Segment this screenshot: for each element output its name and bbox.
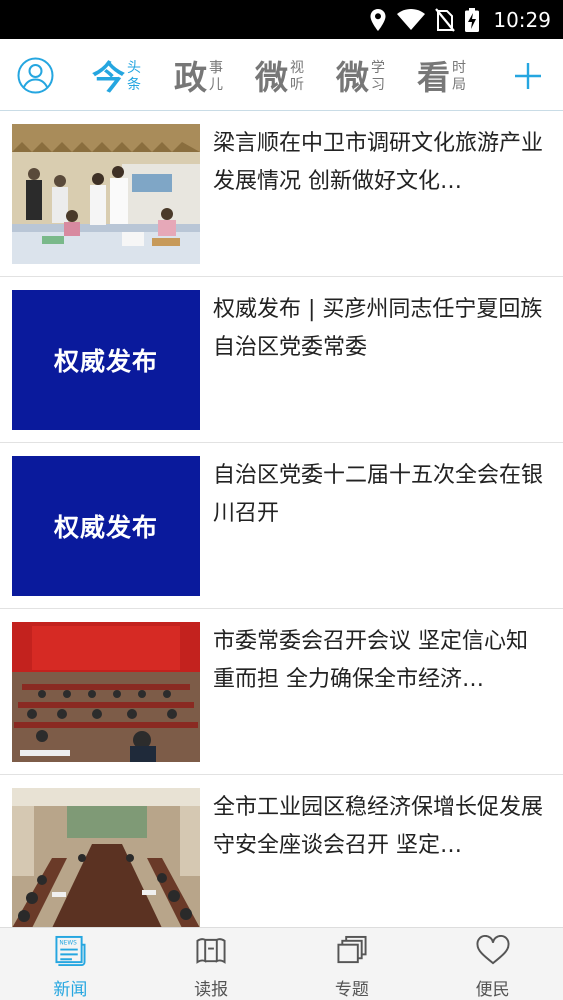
tab-small-chars: 视 听 <box>290 60 304 94</box>
status-bar: 10:29 <box>0 0 563 39</box>
tab-small-chars: 学 习 <box>371 60 385 94</box>
tab-big-char: 今 <box>92 57 125 97</box>
channel-bar: 今 头 条 政 事 儿 微 视 听 微 学 习 看 时 局 <box>0 39 563 111</box>
news-title: 全市工业园区稳经济保增长促发展守安全座谈会召开 坚定… <box>213 795 544 858</box>
location-icon <box>370 8 386 31</box>
news-item[interactable]: 梁言顺在中卫市调研文化旅游产业发展情况 创新做好文化… <box>0 111 563 277</box>
topics-icon <box>337 935 367 964</box>
tab-big-char: 微 <box>336 57 369 97</box>
tab-small-top: 时 <box>452 60 466 76</box>
news-item[interactable]: 权威发布 权威发布 | 买彦州同志任宁夏回族自治区党委常委 <box>0 277 563 443</box>
user-avatar-icon[interactable] <box>17 57 54 94</box>
tab-big-char: 看 <box>417 57 450 97</box>
news-thumbnail <box>12 622 200 762</box>
nav-label: 新闻 <box>53 980 88 1000</box>
reader-icon <box>196 938 226 964</box>
card-text: 权威发布 <box>53 347 158 376</box>
tab-small-chars: 头 条 <box>127 60 141 94</box>
svg-text:NEWS: NEWS <box>60 941 78 947</box>
nav-label: 专题 <box>334 980 369 1000</box>
news-item[interactable]: 全市工业园区稳经济保增长促发展守安全座谈会召开 坚定… <box>0 775 563 941</box>
tab-government-affairs[interactable]: 政 事 儿 <box>174 57 223 97</box>
battery-charging-icon <box>465 7 480 32</box>
tab-small-bottom: 局 <box>452 77 466 93</box>
news-thumbnail: 权威发布 <box>12 290 200 430</box>
news-item[interactable]: 权威发布 自治区党委十二届十五次全会在银川召开 <box>0 443 563 609</box>
tab-small-top: 头 <box>127 60 141 76</box>
card-text: 权威发布 <box>53 513 158 542</box>
news-item[interactable]: 市委常委会召开会议 坚定信心知重而担 全力确保全市经济… <box>0 609 563 775</box>
tab-small-top: 学 <box>371 60 385 76</box>
bottom-nav: NEWS 新闻 读报 专题 便民 <box>0 927 563 1000</box>
tab-current-affairs[interactable]: 看 时 局 <box>417 57 466 97</box>
nav-label: 便民 <box>475 980 510 1000</box>
news-title: 梁言顺在中卫市调研文化旅游产业发展情况 创新做好文化… <box>213 131 544 194</box>
authority-release-card: 权威发布 <box>12 290 200 430</box>
plus-icon[interactable] <box>513 61 543 91</box>
tab-big-char: 微 <box>255 57 288 97</box>
tab-small-top: 事 <box>209 60 223 76</box>
tab-big-char: 政 <box>174 57 207 97</box>
tab-small-chars: 时 局 <box>452 60 466 94</box>
news-title: 市委常委会召开会议 坚定信心知重而担 全力确保全市经济… <box>213 629 528 692</box>
tab-today-headlines[interactable]: 今 头 条 <box>92 57 141 97</box>
tab-micro-video[interactable]: 微 视 听 <box>255 57 304 97</box>
nav-label: 读报 <box>194 980 229 1000</box>
tab-small-bottom: 条 <box>127 77 141 93</box>
news-thumbnail <box>12 788 200 928</box>
tab-micro-study[interactable]: 微 学 习 <box>336 57 385 97</box>
nav-item-services[interactable]: 便民 <box>422 928 563 1000</box>
tab-small-bottom: 听 <box>290 77 304 93</box>
nav-item-reader[interactable]: 读报 <box>141 928 282 1000</box>
heart-icon <box>476 935 510 965</box>
nav-item-topics[interactable]: 专题 <box>282 928 423 1000</box>
news-list: 梁言顺在中卫市调研文化旅游产业发展情况 创新做好文化… 权威发布 权威发布 | … <box>0 111 563 941</box>
newspaper-icon: NEWS <box>55 935 86 966</box>
news-thumbnail: 权威发布 <box>12 456 200 596</box>
no-sim-icon <box>435 7 456 32</box>
status-time: 10:29 <box>493 7 551 32</box>
tab-small-bottom: 儿 <box>209 77 223 93</box>
news-title: 权威发布 | 买彦州同志任宁夏回族自治区党委常委 <box>213 297 543 360</box>
authority-release-card: 权威发布 <box>12 456 200 596</box>
photo-meeting-outdoor <box>12 124 200 264</box>
news-thumbnail <box>12 124 200 264</box>
status-icons: 10:29 <box>369 0 551 39</box>
tab-small-top: 视 <box>290 60 304 76</box>
tab-small-chars: 事 儿 <box>209 60 223 94</box>
photo-conference-hall <box>12 622 200 762</box>
tab-small-bottom: 习 <box>371 77 385 93</box>
nav-item-news[interactable]: NEWS 新闻 <box>0 928 141 1000</box>
news-title: 自治区党委十二届十五次全会在银川召开 <box>213 463 544 526</box>
photo-meeting-room <box>12 788 200 928</box>
wifi-icon <box>397 8 426 30</box>
